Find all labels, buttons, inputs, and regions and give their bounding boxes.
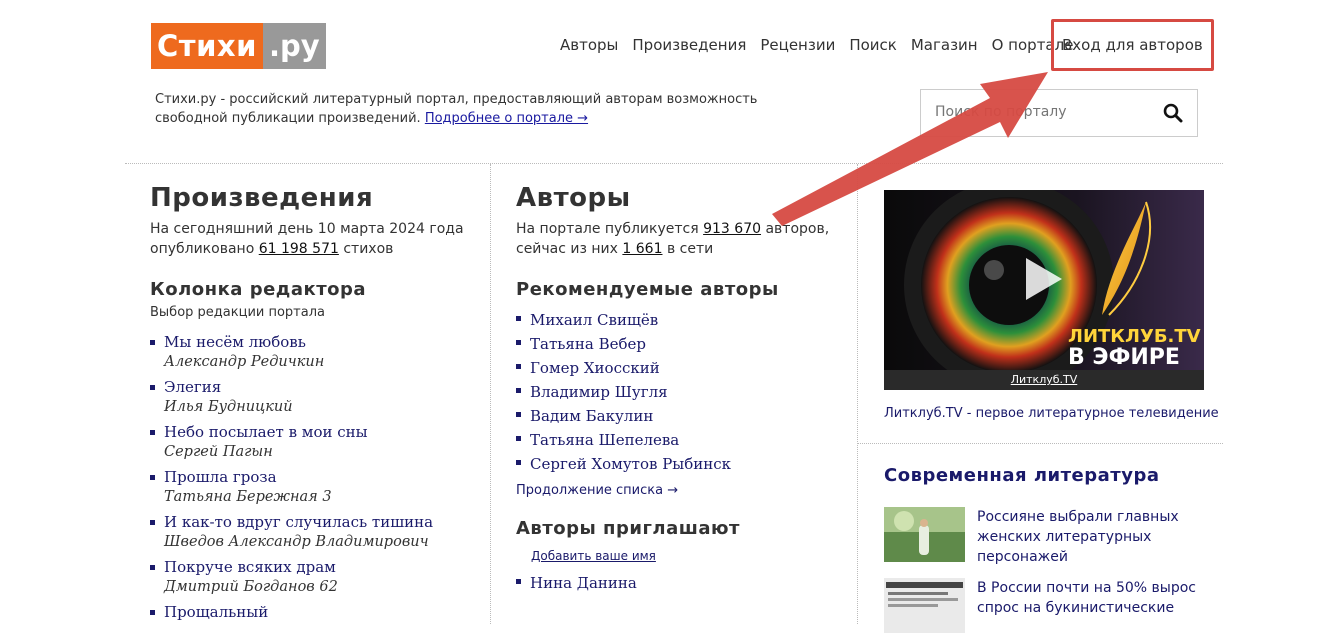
- right-column-divider: [858, 443, 1223, 444]
- list-item: Покруче всяких драм Дмитрий Богданов 62: [150, 557, 480, 597]
- work-link[interactable]: Небо посылает в мои сны: [164, 423, 368, 441]
- news-thumbnail: [884, 578, 965, 633]
- work-author[interactable]: Александр Редичкин: [164, 352, 480, 372]
- works-lead-suffix: стихов: [343, 241, 394, 257]
- work-author[interactable]: Дмитрий Богданов 62: [164, 577, 480, 597]
- top-navigation: Авторы Произведения Рецензии Поиск Магаз…: [560, 19, 1344, 71]
- works-lead: На сегодняшний день 10 марта 2024 года о…: [150, 219, 480, 259]
- list-item: Небо посылает в мои сны Сергей Пагын: [150, 422, 480, 462]
- column-divider-1: [490, 164, 491, 624]
- list-item: Элегия Илья Будницкий: [150, 377, 480, 417]
- list-item: Сергей Хомутов Рыбинск: [516, 452, 846, 476]
- authors-invite-title: Авторы приглашают: [516, 518, 740, 539]
- authors-column: Авторы На портале публикуется 913 670 ав…: [516, 183, 846, 595]
- logo-domain-text: .ру: [262, 23, 326, 69]
- video-logo-line2: В ЭФИРЕ: [1068, 345, 1180, 370]
- work-link[interactable]: Прощальный: [164, 603, 268, 621]
- column-divider-2: [857, 164, 858, 624]
- site-logo[interactable]: Стихи .ру: [151, 23, 326, 69]
- authors-lead-text: На портале публикуется: [516, 221, 699, 237]
- list-item: Владимир Шугля: [516, 380, 846, 404]
- author-link[interactable]: Михаил Свищёв: [530, 311, 658, 329]
- author-link[interactable]: Сергей Хомутов Рыбинск: [530, 455, 731, 473]
- works-title: Произведения: [150, 183, 374, 213]
- author-link[interactable]: Татьяна Вебер: [530, 335, 646, 353]
- search-box: [920, 89, 1198, 137]
- video-thumbnail: ЛИТКЛУБ.TV В ЭФИРЕ: [884, 190, 1204, 390]
- video-logo-line1: ЛИТКЛУБ.TV: [1068, 326, 1201, 347]
- editor-column-title: Колонка редактора: [150, 279, 367, 300]
- news-thumbnail: [884, 507, 965, 562]
- list-item: Нина Данина: [516, 571, 846, 595]
- authors-title: Авторы: [516, 183, 631, 213]
- header-divider: [125, 163, 1223, 164]
- search-icon[interactable]: [1163, 103, 1183, 123]
- editor-column-subtitle: Выбор редакции портала: [150, 305, 325, 320]
- work-link[interactable]: Элегия: [164, 378, 221, 396]
- list-item: Прощальный: [150, 602, 480, 622]
- news-title[interactable]: В России почти на 50% вырос спрос на бук…: [977, 578, 1197, 618]
- site-tagline: Стихи.ру - российский литературный порта…: [155, 90, 805, 128]
- list-item: Михаил Свищёв: [516, 308, 846, 332]
- recommended-authors-title: Рекомендуемые авторы: [516, 279, 779, 300]
- work-link[interactable]: Мы несём любовь: [164, 333, 306, 351]
- list-item: Гомер Хиосский: [516, 356, 846, 380]
- nav-works[interactable]: Произведения: [632, 36, 746, 54]
- work-link[interactable]: И как-то вдруг случилась тишина: [164, 513, 433, 531]
- work-author[interactable]: Илья Будницкий: [164, 397, 480, 417]
- news-item[interactable]: В России почти на 50% вырос спрос на бук…: [884, 578, 1204, 633]
- add-your-name-link[interactable]: Добавить ваше имя: [531, 549, 846, 563]
- list-item: И как-то вдруг случилась тишина Шведов Ал…: [150, 512, 480, 552]
- work-author[interactable]: Сергей Пагын: [164, 442, 480, 462]
- works-count-link[interactable]: 61 198 571: [259, 241, 339, 257]
- work-author[interactable]: Татьяна Бережная 3: [164, 487, 480, 507]
- litclub-video[interactable]: ЛИТКЛУБ.TV В ЭФИРЕ Литклуб.TV: [884, 190, 1204, 390]
- list-item: Татьяна Шепелева: [516, 428, 846, 452]
- nav-search[interactable]: Поиск: [849, 36, 897, 54]
- recommended-authors-list: Михаил Свищёв Татьяна Вебер Гомер Хиосск…: [516, 308, 846, 476]
- list-item: Прошла гроза Татьяна Бережная 3: [150, 467, 480, 507]
- more-authors-link[interactable]: Продолжение списка →: [516, 483, 846, 498]
- list-item: Мы несём любовь Александр Редичкин: [150, 332, 480, 372]
- login-link[interactable]: Вход для авторов: [1051, 19, 1214, 71]
- work-author[interactable]: Шведов Александр Владимирович: [164, 532, 480, 552]
- about-portal-link[interactable]: Подробнее о портале →: [425, 111, 588, 126]
- news-item[interactable]: Россияне выбрали главных женских литерат…: [884, 507, 1204, 567]
- video-description[interactable]: Литклуб.TV - первое литературное телевид…: [884, 406, 1219, 421]
- video-caption-link[interactable]: Литклуб.TV: [884, 370, 1204, 390]
- editor-picks-list: Мы несём любовь Александр Редичкин Элегия…: [150, 332, 480, 622]
- work-link[interactable]: Покруче всяких драм: [164, 558, 336, 576]
- search-input[interactable]: [933, 103, 1157, 121]
- nav-shop[interactable]: Магазин: [911, 36, 978, 54]
- author-link[interactable]: Татьяна Шепелева: [530, 431, 679, 449]
- logo-main-text: Стихи: [151, 23, 263, 69]
- author-link[interactable]: Нина Данина: [530, 574, 637, 592]
- author-link[interactable]: Гомер Хиосский: [530, 359, 660, 377]
- authors-lead: На портале публикуется 913 670 авторов, …: [516, 219, 846, 259]
- authors-count-link[interactable]: 913 670: [703, 221, 761, 237]
- authors-online-link[interactable]: 1 661: [622, 241, 662, 257]
- work-link[interactable]: Прошла гроза: [164, 468, 277, 486]
- author-link[interactable]: Владимир Шугля: [530, 383, 668, 401]
- works-column: Произведения На сегодняшний день 10 март…: [150, 183, 480, 627]
- authors-lead-suffix: в сети: [666, 241, 714, 257]
- nav-reviews[interactable]: Рецензии: [760, 36, 835, 54]
- modern-literature-title[interactable]: Современная литература: [884, 465, 1160, 486]
- invite-authors-list: Нина Данина: [516, 571, 846, 595]
- list-item: Татьяна Вебер: [516, 332, 846, 356]
- nav-authors[interactable]: Авторы: [560, 36, 618, 54]
- news-title[interactable]: Россияне выбрали главных женских литерат…: [977, 507, 1197, 567]
- author-link[interactable]: Вадим Бакулин: [530, 407, 653, 425]
- list-item: Вадим Бакулин: [516, 404, 846, 428]
